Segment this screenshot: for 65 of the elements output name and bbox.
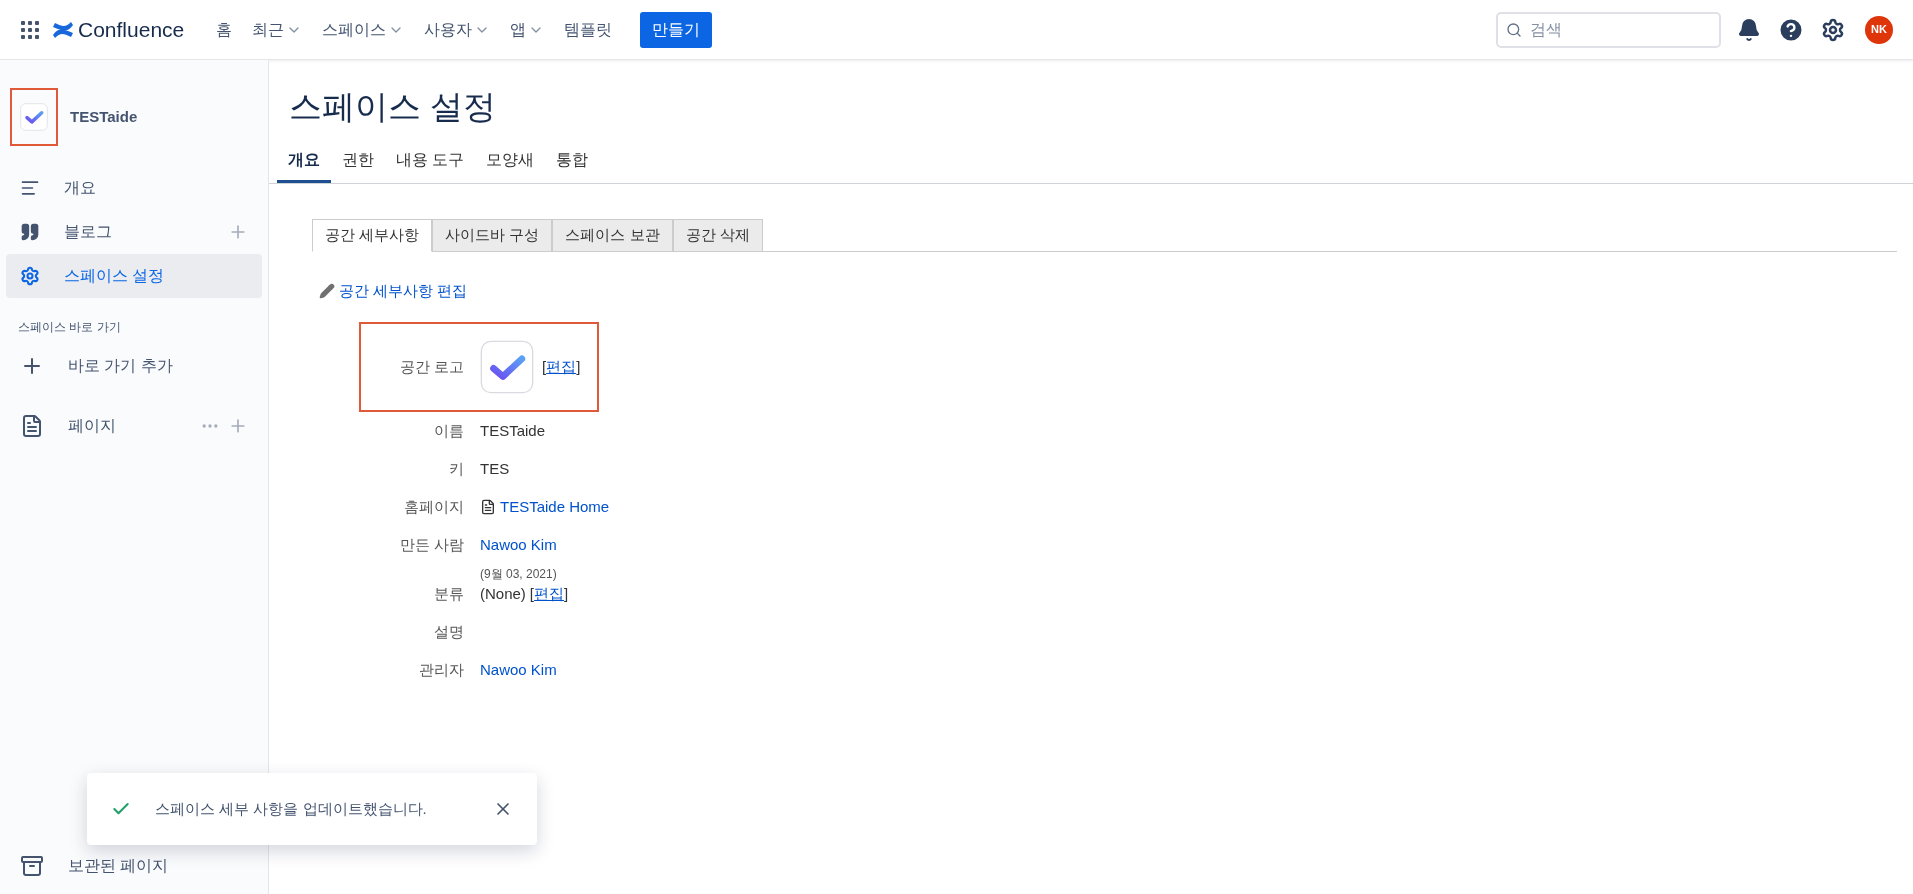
- nav-menu-item[interactable]: 사용자: [424, 17, 491, 42]
- detail-label: 만든 사람: [398, 535, 464, 555]
- app-grid-icon[interactable]: [20, 19, 40, 40]
- edit-link[interactable]: 편집: [534, 584, 565, 602]
- detail-label: 관리자: [418, 659, 464, 680]
- user-link[interactable]: Nawoo Kim: [480, 534, 557, 557]
- sidebar-item[interactable]: 블로그: [6, 210, 262, 254]
- section-heading: 스페이스 바로 가기: [17, 319, 122, 336]
- page-list-icon: [20, 414, 44, 438]
- page-link[interactable]: TESTaide Home: [500, 496, 610, 519]
- detail-label: 설명: [433, 621, 464, 642]
- user-link[interactable]: Nawoo Kim: [480, 658, 557, 681]
- space-logo-icon: [20, 103, 48, 131]
- nav-menu-item[interactable]: 앱: [510, 17, 545, 42]
- edit-bracket-text: [편집]: [529, 583, 569, 604]
- toast-message: 스페이스 세부 사항을 업데이트했습니다.: [155, 798, 428, 819]
- add-shortcut-item[interactable]: 바로 가기 추가: [6, 344, 262, 388]
- settings-icon[interactable]: [1821, 17, 1845, 42]
- archived-pages-item[interactable]: 보관된 페이지: [6, 846, 262, 886]
- tab[interactable]: 통합: [545, 143, 600, 183]
- notification-bell-icon[interactable]: [1737, 17, 1761, 42]
- detail-label: 홈페이지: [403, 497, 464, 517]
- sidebar-item-label: 스페이스 설정: [64, 266, 166, 286]
- detail-value: (None): [480, 583, 526, 604]
- search-icon: [1506, 21, 1522, 38]
- edit-bracket-text: [편집]: [542, 356, 581, 377]
- detail-label: 공간 로고: [398, 356, 464, 377]
- created-date: (9월 03, 2021): [480, 565, 557, 583]
- sidebar-item[interactable]: 개요: [6, 166, 262, 210]
- tab[interactable]: 내용 도구: [385, 143, 476, 183]
- nav-menu-item[interactable]: 템플릿: [564, 17, 613, 42]
- create-button[interactable]: 만들기: [640, 11, 713, 48]
- detail-value: TES: [480, 459, 510, 479]
- pencil-icon: [319, 282, 335, 299]
- detail-label: 이름: [433, 421, 464, 441]
- detail-label: 키: [448, 459, 464, 479]
- tab[interactable]: 모양새: [475, 143, 546, 183]
- sub-tab[interactable]: 공간 삭제: [672, 218, 763, 252]
- detail-label: 분류: [433, 583, 464, 604]
- detail-value: TESTaide: [480, 421, 546, 441]
- product-name[interactable]: Confluence: [78, 13, 185, 46]
- space-logo-icon: [480, 340, 534, 394]
- tab[interactable]: 개요: [277, 143, 331, 183]
- sub-tab[interactable]: 사이드바 구성: [432, 218, 553, 252]
- lines-icon: [20, 178, 40, 198]
- sub-tab[interactable]: 공간 세부사항: [312, 218, 433, 252]
- sidebar-item-label: 블로그: [64, 222, 113, 242]
- sidebar-item-label: 개요: [64, 178, 97, 198]
- settings-icon: [20, 266, 40, 286]
- quote-icon: [20, 222, 40, 242]
- sub-tab[interactable]: 스페이스 보관: [552, 218, 673, 252]
- edit-link[interactable]: 편집: [546, 357, 577, 375]
- tab[interactable]: 권한: [331, 143, 385, 183]
- page-icon: [480, 499, 496, 516]
- space-name[interactable]: TESTaide: [70, 105, 138, 129]
- confluence-logo-icon: [52, 19, 74, 40]
- archive-icon: [20, 854, 44, 878]
- user-avatar[interactable]: NK: [1865, 15, 1893, 44]
- search-field[interactable]: 검색: [1496, 11, 1721, 48]
- page-title: 스페이스 설정: [289, 87, 497, 127]
- edit-details-link[interactable]: 공간 세부사항 편집: [339, 279, 468, 302]
- nav-menu-item[interactable]: 스페이스: [322, 17, 405, 42]
- sidebar-item[interactable]: 스페이스 설정: [6, 254, 262, 298]
- nav-menu-item[interactable]: 최근: [252, 17, 303, 42]
- nav-menu-item[interactable]: 홈: [216, 17, 233, 42]
